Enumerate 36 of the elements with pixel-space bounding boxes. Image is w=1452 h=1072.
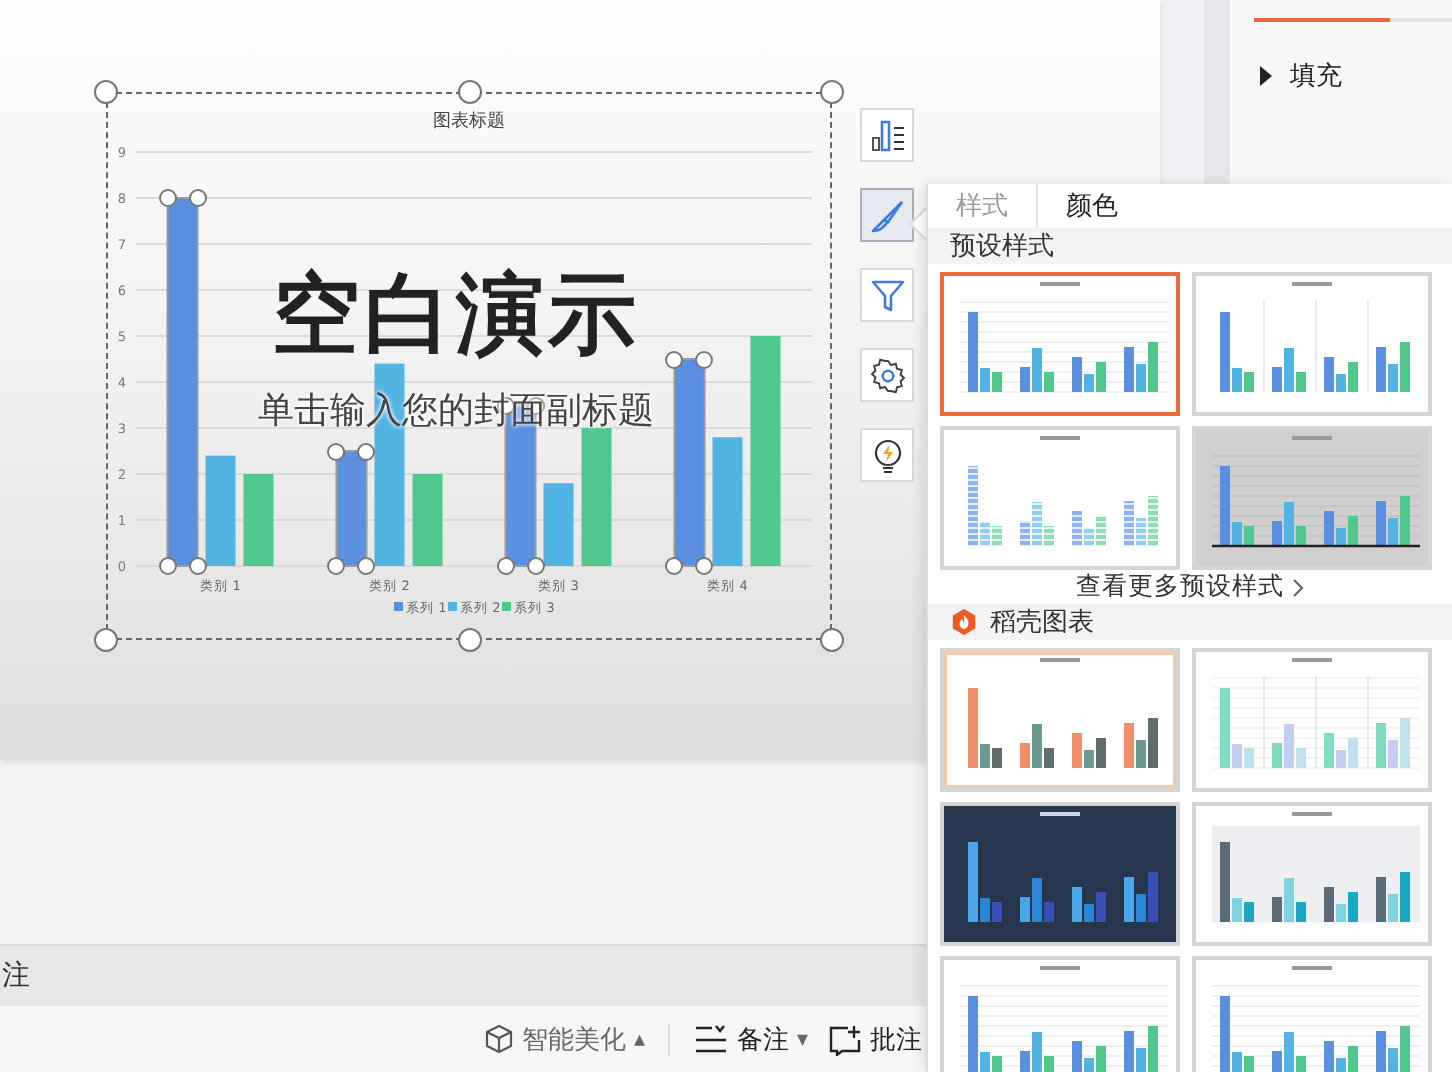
bar[interactable] <box>335 450 368 567</box>
expand-arrow-icon[interactable] <box>1258 66 1274 86</box>
settings-icon <box>869 357 905 393</box>
flame-icon <box>950 608 978 636</box>
status-button[interactable]: 智能美化 ▴ <box>479 1021 649 1057</box>
chart-tool-button[interactable] <box>860 348 914 402</box>
popup-tab[interactable]: 颜色 <box>1050 188 1134 224</box>
filter-icon <box>869 277 905 313</box>
more-styles-link[interactable]: 查看更多预设样式 <box>1076 570 1304 604</box>
resize-handle[interactable] <box>820 628 844 652</box>
resize-handle[interactable] <box>94 80 118 104</box>
section-title: 稻壳图表 <box>990 606 1094 640</box>
legend-swatch <box>448 602 457 611</box>
tab-indicator <box>1254 18 1390 22</box>
legend-swatch <box>394 602 403 611</box>
lightbulb-icon <box>869 437 905 473</box>
section-title: 预设样式 <box>950 230 1054 264</box>
resize-handle[interactable] <box>457 628 481 652</box>
resize-handle[interactable] <box>820 80 844 104</box>
section-label[interactable]: 填充 <box>1290 58 1342 94</box>
brush-icon <box>869 197 905 233</box>
chevron-right-icon <box>1292 577 1304 597</box>
resize-handle[interactable] <box>94 628 118 652</box>
chart-tool-button[interactable] <box>860 108 914 162</box>
chart-elements-icon <box>869 117 905 153</box>
resize-handle[interactable] <box>457 80 481 104</box>
status-button[interactable]: 备注 ▾ <box>690 1021 812 1057</box>
notes-icon <box>694 1024 729 1054</box>
legend-swatch <box>502 602 511 611</box>
status-button[interactable]: 批注 <box>824 1021 926 1057</box>
slide-title[interactable]: 空白演示 <box>272 256 640 374</box>
cube-icon <box>483 1024 514 1054</box>
comment-icon <box>828 1023 862 1055</box>
chart-title: 图表标题 <box>433 112 505 132</box>
chart-tool-button[interactable] <box>860 428 914 482</box>
notes-label: 注 <box>2 958 30 994</box>
